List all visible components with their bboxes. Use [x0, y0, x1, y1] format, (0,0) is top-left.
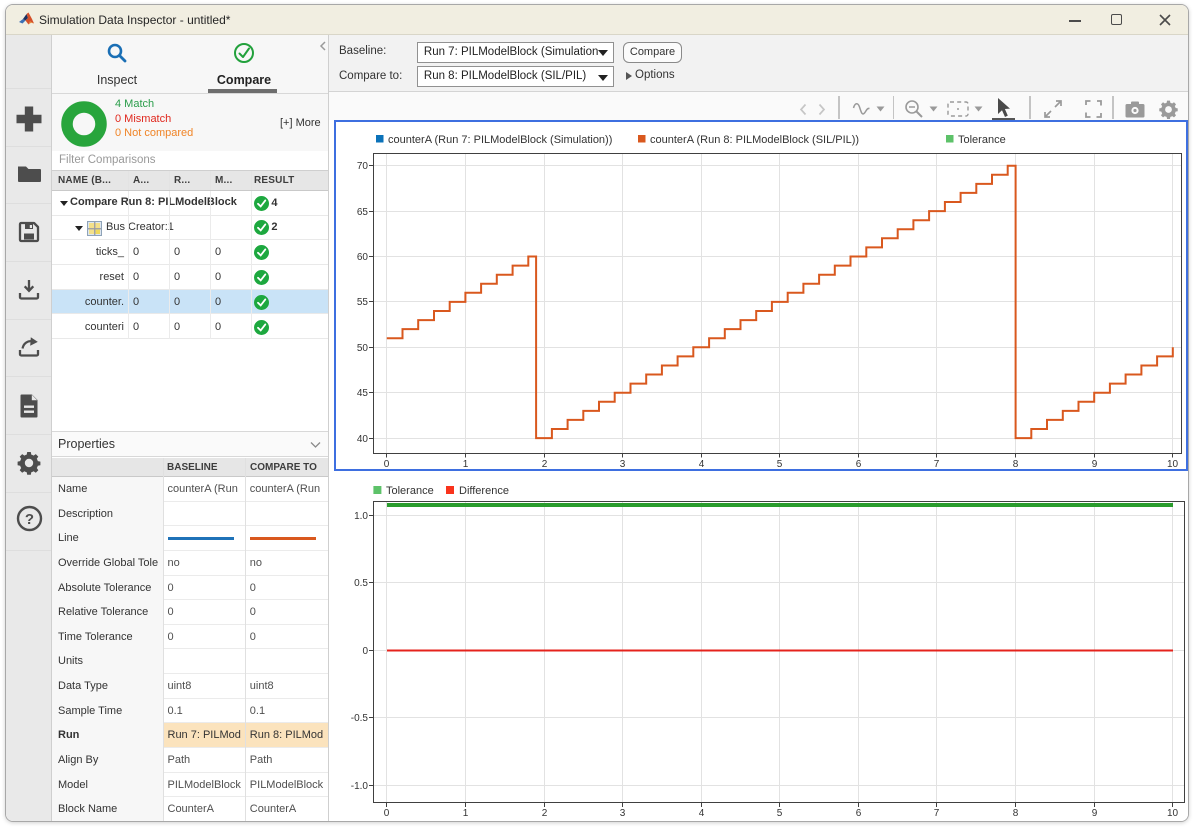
svg-text:8: 8 — [1013, 459, 1019, 470]
svg-text:4: 4 — [699, 459, 705, 470]
svg-text:7: 7 — [934, 808, 940, 819]
svg-text:7: 7 — [934, 459, 940, 470]
svg-text:1: 1 — [463, 808, 469, 819]
svg-text:70: 70 — [357, 161, 369, 172]
svg-text:60: 60 — [357, 252, 369, 263]
svg-text:8: 8 — [1013, 808, 1019, 819]
svg-text:0: 0 — [384, 808, 390, 819]
svg-text:Tolerance: Tolerance — [958, 134, 1006, 146]
svg-text:3: 3 — [620, 459, 626, 470]
svg-text:counterA (Run 7: PILModelBlock: counterA (Run 7: PILModelBlock (Simulati… — [388, 134, 612, 146]
svg-text:55: 55 — [357, 297, 369, 308]
svg-text:counterA (Run 8: PILModelBlock: counterA (Run 8: PILModelBlock (SIL/PIL)… — [650, 134, 859, 146]
svg-text:0: 0 — [384, 459, 390, 470]
svg-text:9: 9 — [1092, 808, 1098, 819]
svg-text:3: 3 — [620, 808, 626, 819]
svg-text:65: 65 — [357, 207, 369, 218]
svg-text:0: 0 — [362, 646, 368, 657]
svg-text:40: 40 — [357, 434, 369, 445]
svg-text:50: 50 — [357, 343, 369, 354]
svg-text:1.0: 1.0 — [354, 511, 368, 522]
svg-text:6: 6 — [856, 459, 862, 470]
svg-text:Tolerance: Tolerance — [386, 485, 434, 497]
svg-text:Difference: Difference — [459, 485, 509, 497]
svg-text:0.5: 0.5 — [354, 578, 368, 589]
svg-text:10: 10 — [1167, 459, 1179, 470]
svg-text:2: 2 — [542, 808, 548, 819]
svg-text:-1.0: -1.0 — [351, 781, 369, 792]
svg-text:45: 45 — [357, 388, 369, 399]
svg-text:?: ? — [24, 511, 33, 528]
svg-text:5: 5 — [777, 459, 783, 470]
svg-text:5: 5 — [777, 808, 783, 819]
svg-text:-0.5: -0.5 — [351, 713, 369, 724]
svg-text:6: 6 — [856, 808, 862, 819]
svg-text:9: 9 — [1092, 459, 1098, 470]
svg-text:2: 2 — [542, 459, 548, 470]
svg-text:10: 10 — [1167, 808, 1179, 819]
svg-text:4: 4 — [699, 808, 705, 819]
svg-text:1: 1 — [463, 459, 469, 470]
